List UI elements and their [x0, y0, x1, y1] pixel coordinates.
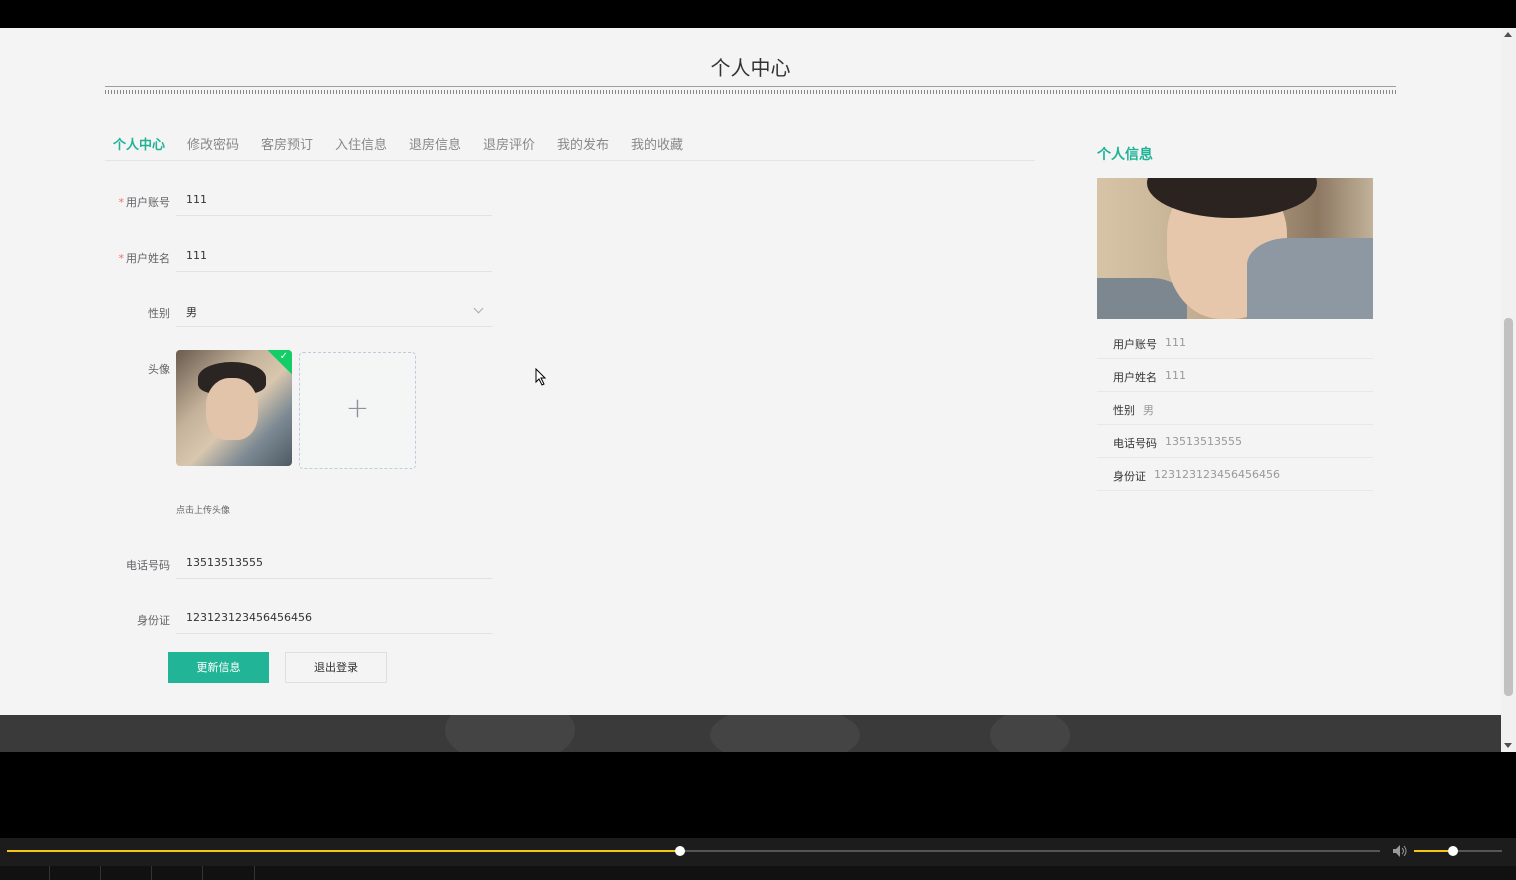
page-footer — [0, 715, 1501, 752]
gender-select[interactable]: 男 — [176, 296, 492, 327]
chevron-down-icon — [473, 303, 484, 314]
id-card-input[interactable]: 123123123456456456 — [176, 603, 492, 634]
tab-room-booking[interactable]: 客房预订 — [261, 134, 313, 153]
tab-my-favorites[interactable]: 我的收藏 — [631, 134, 683, 153]
vertical-scrollbar[interactable] — [1501, 28, 1516, 752]
update-info-button[interactable]: 更新信息 — [168, 652, 269, 683]
scroll-down-icon[interactable] — [1504, 743, 1512, 748]
profile-info-list: 用户账号 111 用户姓名 111 性别男 电话号码 13513513555 身份证 1… — [1097, 326, 1373, 491]
bottom-strip — [0, 866, 1516, 880]
upload-tip: 点击上传头像 — [176, 506, 231, 516]
required-mark: * — [118, 252, 125, 265]
gender-label: 性别 — [148, 307, 170, 320]
info-row-gender: 性别男 — [1097, 392, 1373, 425]
tab-change-password[interactable]: 修改密码 — [187, 134, 239, 153]
info-row-id-card: 身份证 123123123456456456 — [1097, 458, 1373, 491]
tab-checkout-info[interactable]: 退房信息 — [409, 134, 461, 153]
info-row-phone: 电话号码 13513513555 — [1097, 425, 1373, 458]
account-input[interactable]: 111 — [176, 185, 492, 216]
check-icon: ✓ — [279, 351, 288, 362]
info-row-name: 用户姓名 111 — [1097, 359, 1373, 392]
page-content: 个人中心 个人中心 修改密码 客房预订 入住信息 退房信息 退房评价 我的发布 … — [0, 28, 1501, 715]
phone-input[interactable]: 13513513555 — [176, 548, 492, 579]
plus-icon: + — [345, 391, 370, 424]
name-input[interactable]: 111 — [176, 241, 492, 272]
avatar-upload-button[interactable]: + — [299, 352, 416, 469]
required-mark: * — [118, 196, 125, 209]
profile-photo — [1097, 178, 1373, 319]
avatar-label: 头像 — [148, 363, 170, 376]
scrollbar-thumb[interactable] — [1504, 318, 1513, 696]
name-label: * 用户姓名 — [118, 252, 171, 265]
tab-bar: 个人中心 修改密码 客房预订 入住信息 退房信息 退房评价 我的发布 我的收藏 — [105, 128, 1035, 161]
progress-fill — [7, 850, 680, 852]
logout-button[interactable]: 退出登录 — [285, 652, 387, 683]
title-divider — [105, 86, 1396, 87]
mouse-cursor-icon — [535, 368, 547, 386]
page-title: 个人中心 — [710, 56, 791, 80]
tab-checkin-info[interactable]: 入住信息 — [335, 134, 387, 153]
scroll-up-icon[interactable] — [1504, 32, 1512, 37]
tab-my-posts[interactable]: 我的发布 — [557, 134, 609, 153]
tab-personal-center[interactable]: 个人中心 — [113, 134, 165, 153]
avatar-thumbnail[interactable]: ✓ — [176, 350, 292, 466]
id-card-label: 身份证 — [137, 614, 170, 627]
account-label: * 用户账号 — [118, 196, 171, 209]
progress-handle[interactable] — [675, 846, 685, 856]
info-row-account: 用户账号 111 — [1097, 326, 1373, 359]
title-divider-ticks — [105, 90, 1396, 94]
volume-handle[interactable] — [1448, 846, 1458, 856]
tab-checkout-review[interactable]: 退房评价 — [483, 134, 535, 153]
volume-icon[interactable] — [1392, 844, 1408, 858]
phone-label: 电话号码 — [126, 559, 170, 572]
side-panel-title: 个人信息 — [1097, 147, 1153, 163]
